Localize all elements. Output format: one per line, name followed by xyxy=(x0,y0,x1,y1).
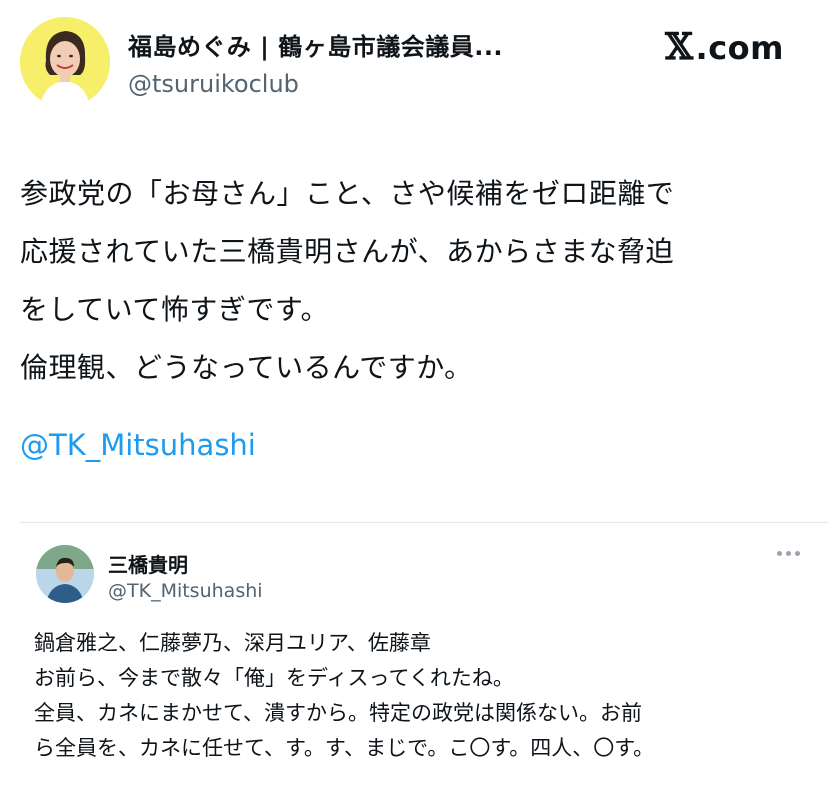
quoted-tweet[interactable]: 三橋貴明 @TK_Mitsuhashi 鍋倉雅之、仁藤夢乃、深月ユリア、佐藤章 … xyxy=(20,522,828,786)
quoted-text-line: お前ら、今まで散々「俺」をディスってくれたね。 xyxy=(34,666,514,690)
quoted-avatar-image xyxy=(36,545,94,603)
more-icon[interactable] xyxy=(777,551,800,556)
x-logo[interactable]: 𝕏.com xyxy=(665,26,784,68)
quoted-text-line: 鍋倉雅之、仁藤夢乃、深月ユリア、佐藤章 xyxy=(34,631,431,655)
tweet-text-line: 参政党の「お母さん」こと、さや候補をゼロ距離で xyxy=(20,177,675,210)
author-avatar-image xyxy=(20,17,110,107)
brand-label: .com xyxy=(695,29,784,67)
quoted-avatar[interactable] xyxy=(36,545,94,603)
quoted-author-handle[interactable]: @TK_Mitsuhashi xyxy=(108,580,263,602)
tweet-text: 参政党の「お母さん」こと、さや候補をゼロ距離で 応援されていた三橋貴明さんが、あ… xyxy=(20,165,812,397)
tweet-text-line: 応援されていた三橋貴明さんが、あからさまな脅迫 xyxy=(20,235,675,268)
author-handle[interactable]: @tsuruikoclub xyxy=(128,70,299,98)
quoted-text: 鍋倉雅之、仁藤夢乃、深月ユリア、佐藤章 お前ら、今まで散々「俺」をディスってくれ… xyxy=(34,626,804,766)
quoted-text-line: ら全員を、カネに任せて、す。す、まじで。こ〇す。四人、〇す。 xyxy=(34,736,655,760)
more-dot xyxy=(786,551,791,556)
more-dot xyxy=(777,551,782,556)
quoted-text-line: 全員、カネにまかせて、潰すから。特定の政党は関係ない。お前 xyxy=(34,701,642,725)
x-logo-icon: 𝕏 xyxy=(665,26,694,68)
mention-link[interactable]: @TK_Mitsuhashi xyxy=(20,428,256,462)
tweet-text-line: をしていて怖すぎです。 xyxy=(20,293,330,326)
more-dot xyxy=(795,551,800,556)
author-name[interactable]: 福島めぐみ | 鶴ヶ島市議会議員... xyxy=(128,27,503,62)
tweet-text-line: 倫理観、どうなっているんですか。 xyxy=(20,351,473,384)
author-avatar[interactable] xyxy=(20,17,110,107)
quoted-author-name[interactable]: 三橋貴明 xyxy=(108,549,188,578)
tweet-card: 福島めぐみ | 鶴ヶ島市議会議員... @tsuruikoclub 𝕏.com … xyxy=(0,0,828,786)
